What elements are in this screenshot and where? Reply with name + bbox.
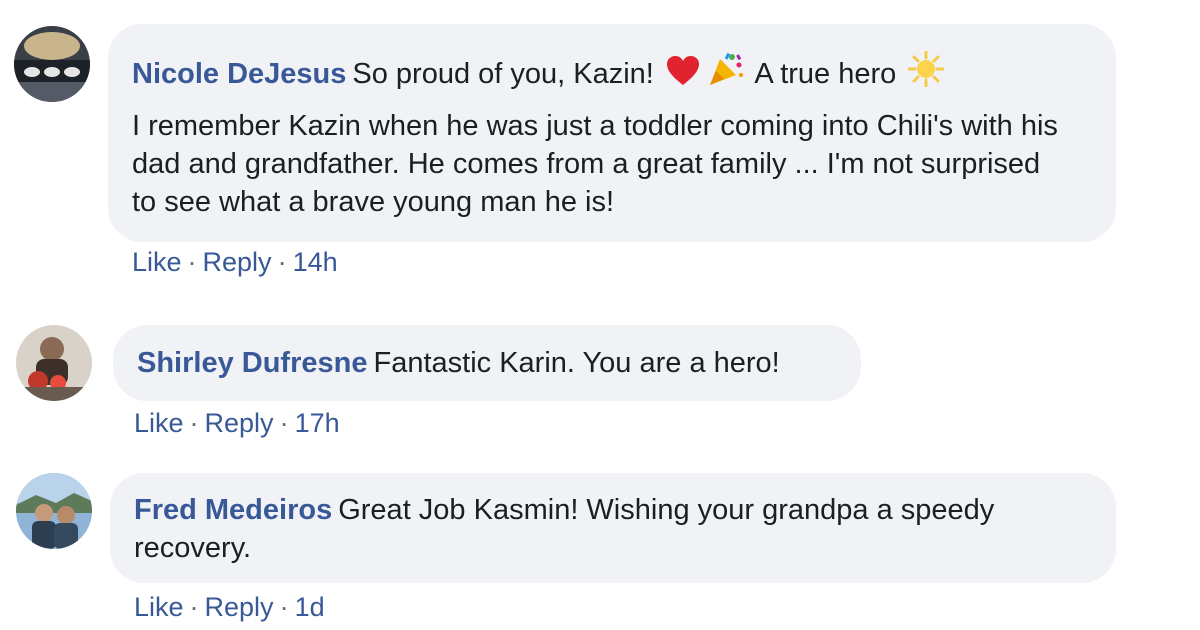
avatar[interactable] — [16, 473, 92, 549]
separator-dot: · — [279, 408, 289, 438]
reply-link[interactable]: Reply — [203, 247, 272, 277]
author-name[interactable]: Shirley Dufresne — [137, 347, 367, 379]
avatar-image — [14, 26, 90, 102]
comment-bubble: Shirley Dufresne Fantastic Karin. You are… — [113, 325, 861, 401]
reply-link[interactable]: Reply — [205, 592, 274, 622]
comment-text-suffix: A true hero — [754, 58, 897, 90]
comment-timestamp[interactable]: 1d — [295, 592, 325, 622]
separator-dot: · — [187, 247, 197, 277]
avatar[interactable] — [14, 26, 90, 102]
separator-dot: · — [189, 592, 199, 622]
comment-text: Fantastic Karin. You are a hero! — [373, 347, 780, 379]
reply-link[interactable]: Reply — [205, 408, 274, 438]
heart-emoji — [666, 55, 700, 97]
sun-emoji — [907, 50, 945, 97]
separator-dot: · — [189, 408, 199, 438]
like-link[interactable]: Like — [134, 592, 184, 622]
comment-bubble: Nicole DeJesus So proud of you, Kazin! A … — [108, 24, 1116, 242]
comment-timestamp[interactable]: 14h — [293, 247, 338, 277]
like-link[interactable]: Like — [134, 408, 184, 438]
author-name[interactable]: Nicole DeJesus — [132, 58, 346, 90]
comment-first-line: Nicole DeJesus So proud of you, Kazin! A … — [132, 50, 1092, 97]
separator-dot: · — [279, 592, 289, 622]
avatar-image — [16, 473, 92, 549]
comment-body: I remember Kazin when he was just a todd… — [132, 110, 1058, 218]
author-name[interactable]: Fred Medeiros — [134, 494, 332, 526]
comment-actions: Like · Reply · 14h — [132, 247, 338, 278]
comment-text: So proud of you, Kazin! — [352, 58, 654, 90]
party-popper-emoji — [708, 51, 744, 97]
avatar-image — [16, 325, 92, 401]
comment-bubble: Fred Medeiros Great Job Kasmin! Wishing y… — [110, 473, 1116, 583]
like-link[interactable]: Like — [132, 247, 182, 277]
avatar[interactable] — [16, 325, 92, 401]
separator-dot: · — [277, 247, 287, 277]
comment-timestamp[interactable]: 17h — [295, 408, 340, 438]
comment-actions: Like · Reply · 17h — [134, 408, 340, 439]
comment-actions: Like · Reply · 1d — [134, 592, 325, 623]
